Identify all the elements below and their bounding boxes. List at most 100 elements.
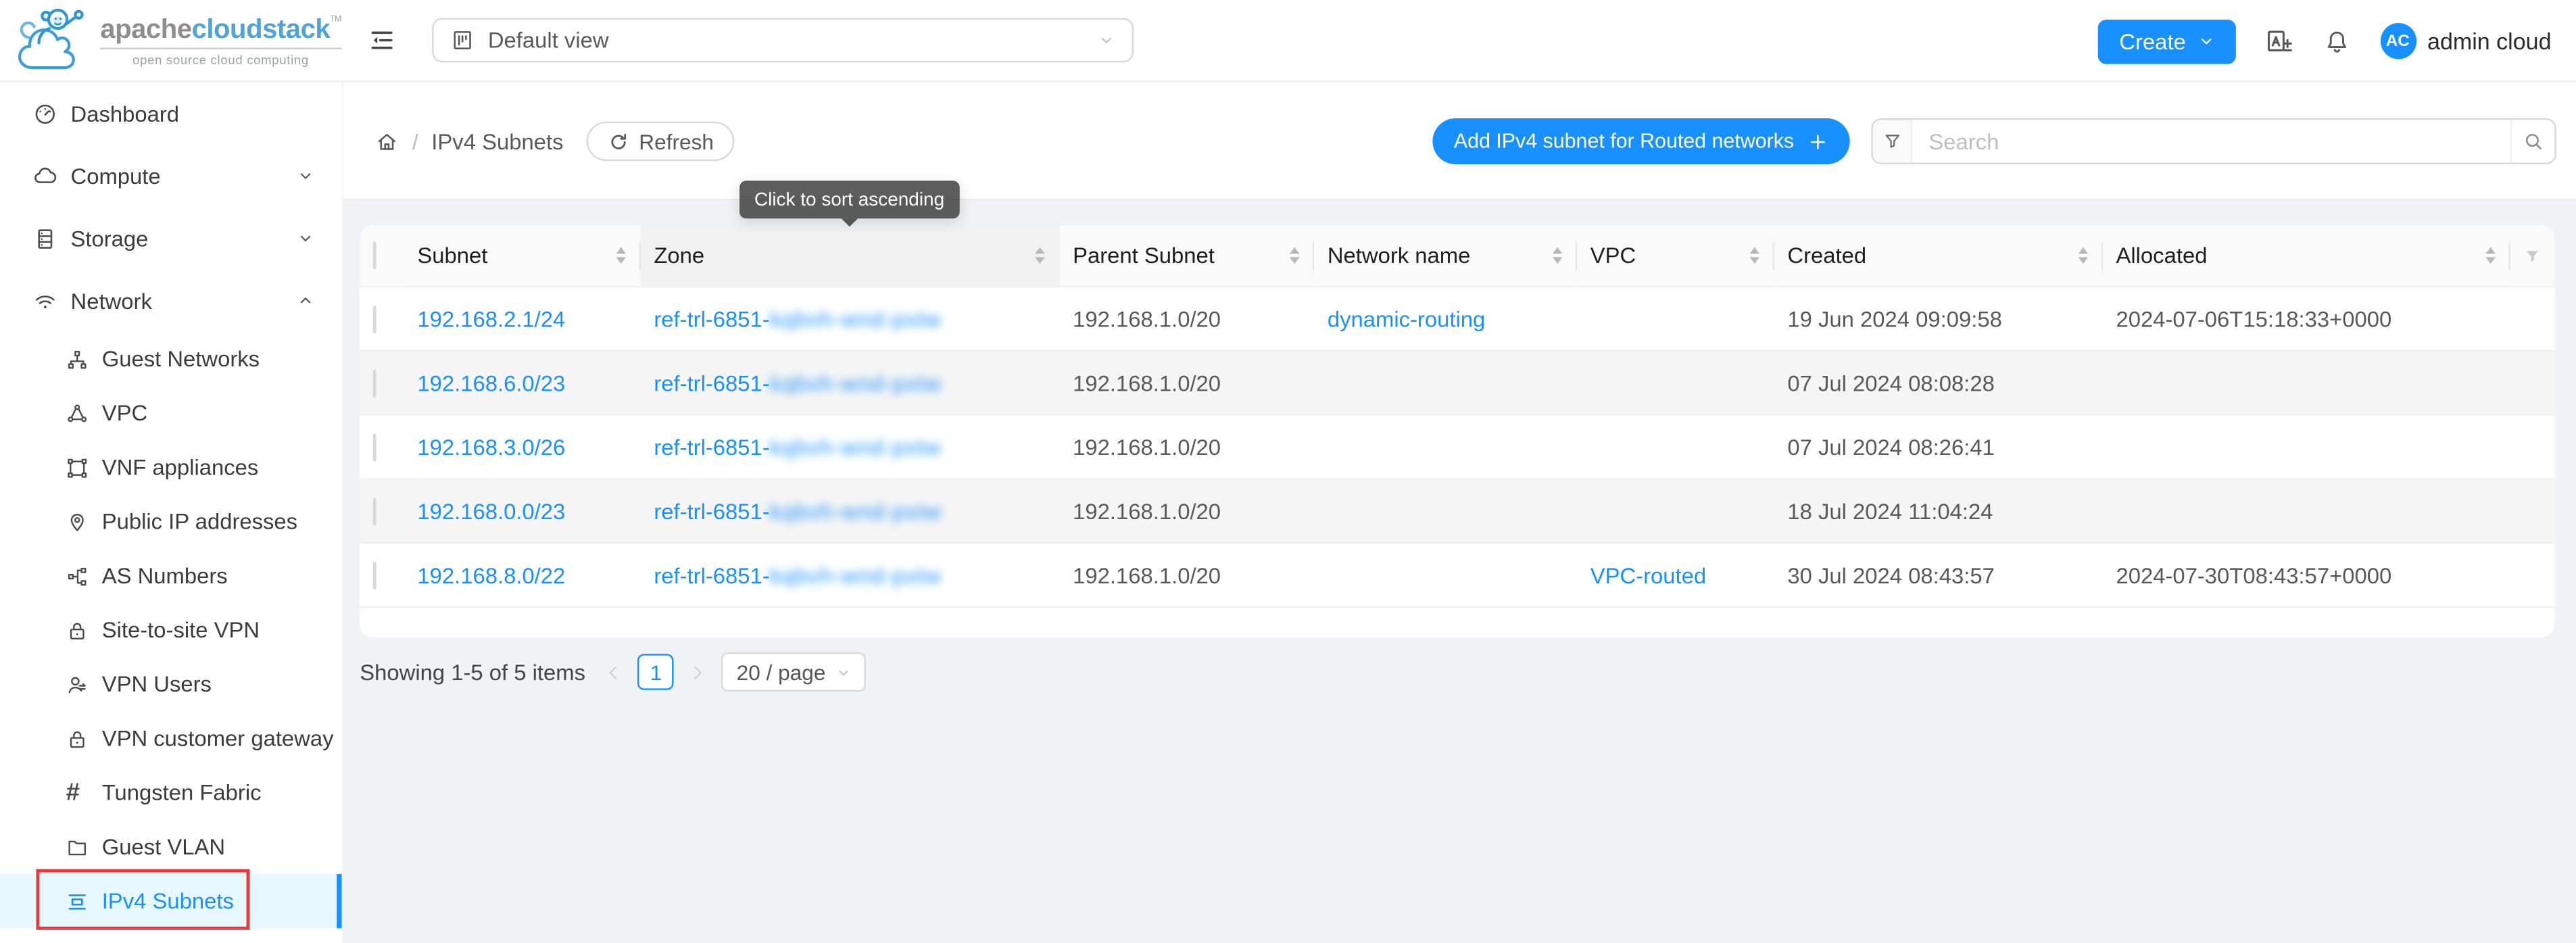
zone-link[interactable]: ref-trl-6851-kqbvh-wnd-pxtw (654, 435, 942, 459)
lock-icon (66, 619, 89, 642)
menu-fold-icon[interactable] (368, 26, 395, 54)
table-row: 192.168.8.0/22 ref-trl-6851-kqbvh-wnd-px… (360, 543, 2554, 608)
sidebar-item-network[interactable]: Network (0, 270, 342, 332)
column-header-parent-subnet[interactable]: Parent Subnet (1060, 225, 1315, 287)
lock-icon (66, 727, 89, 750)
previous-page-icon[interactable] (605, 663, 623, 681)
cloudstack-wordmark: apachecloudstackTM open source cloud com… (100, 14, 341, 67)
apartment-icon (66, 347, 89, 370)
sidebar-item-vnf-appliances[interactable]: VNF appliances (0, 440, 342, 494)
sidebar-item-vpc[interactable]: VPC (0, 386, 342, 440)
row-checkbox[interactable] (373, 305, 376, 333)
redacted-zone-name: kqbvh-wnd-pxtw (770, 306, 942, 331)
subnet-link[interactable]: 192.168.0.0/23 (417, 499, 565, 523)
table-row: 192.168.6.0/23 ref-trl-6851-kqbvh-wnd-px… (360, 352, 2554, 416)
column-header-zone[interactable]: Zone (641, 225, 1060, 287)
search-filter-icon[interactable] (1873, 120, 1912, 162)
select-all-checkbox[interactable] (373, 241, 376, 269)
redacted-zone-name: kqbvh-wnd-pxtw (770, 435, 942, 459)
user-switch-icon (66, 673, 89, 696)
page-toolbar: / IPv4 Subnets Refresh Add IPv4 subnet f… (343, 82, 2576, 201)
view-select[interactable]: Default view (432, 18, 1134, 63)
sidebar-item-storage[interactable]: Storage (0, 207, 342, 269)
sort-icon (1748, 247, 1761, 265)
chevron-down-icon (835, 664, 850, 679)
sidebar-item-site-to-site-vpn[interactable]: Site-to-site VPN (0, 603, 342, 657)
sort-icon (1288, 247, 1301, 265)
next-page-icon[interactable] (689, 663, 707, 681)
sidebar-item-dashboard[interactable]: Dashboard (0, 82, 342, 145)
sort-icon (2484, 247, 2497, 265)
search-icon[interactable] (2510, 120, 2555, 162)
sidebar-item-as-numbers[interactable]: AS Numbers (0, 549, 342, 603)
zone-link[interactable]: ref-trl-6851-kqbvh-wnd-pxtw (654, 562, 942, 587)
table-row: 192.168.0.0/23 ref-trl-6851-kqbvh-wnd-px… (360, 480, 2554, 544)
view-select-value: Default view (488, 28, 609, 52)
redacted-zone-name: kqbvh-wnd-pxtw (770, 370, 942, 395)
notifications-bell-icon[interactable] (2322, 27, 2350, 55)
sidebar-item-guest-networks[interactable]: Guest Networks (0, 332, 342, 386)
network-wifi-icon (33, 289, 57, 313)
cloudstack-app: apachecloudstackTM open source cloud com… (0, 0, 2576, 943)
translate-icon[interactable] (2263, 26, 2293, 56)
project-view-icon (450, 28, 475, 52)
subnet-link[interactable]: 192.168.8.0/22 (417, 562, 565, 587)
storage-database-icon (33, 226, 57, 250)
row-checkbox[interactable] (373, 497, 376, 525)
chevron-down-icon (1098, 31, 1116, 49)
create-button[interactable]: Create (2098, 19, 2235, 64)
sidebar-navigation: Dashboard Compute Storage (0, 82, 343, 943)
sidebar-item-compute[interactable]: Compute (0, 145, 342, 207)
sidebar-item-vpn-customer-gateway[interactable]: VPN customer gateway (0, 711, 342, 765)
redacted-zone-name: kqbvh-wnd-pxtw (770, 562, 942, 587)
sidebar-item-ipv4-subnets[interactable]: IPv4 Subnets (0, 874, 342, 928)
page-size-select[interactable]: 20 / page (722, 652, 865, 692)
column-header-vpc[interactable]: VPC (1577, 225, 1774, 287)
subnet-link[interactable]: 192.168.3.0/26 (417, 435, 565, 459)
brand-tagline: open source cloud computing (100, 52, 341, 67)
user-name: admin cloud (2427, 28, 2552, 54)
refresh-button[interactable]: Refresh (587, 122, 735, 161)
column-header-subnet[interactable]: Subnet (404, 225, 641, 287)
row-checkbox[interactable] (373, 369, 376, 397)
pagination: Showing 1-5 of 5 items 1 20 / page (360, 650, 865, 693)
search-input[interactable] (1912, 120, 2510, 162)
network-link[interactable]: dynamic-routing (1328, 306, 1485, 331)
add-ipv4-subnet-button[interactable]: Add IPv4 subnet for Routed networks (1432, 118, 1849, 164)
vpc-link[interactable]: VPC-routed (1590, 562, 1706, 587)
zone-link[interactable]: ref-trl-6851-kqbvh-wnd-pxtw (654, 306, 942, 331)
subnet-link[interactable]: 192.168.2.1/24 (417, 306, 565, 331)
user-menu[interactable]: AC admin cloud (2380, 23, 2552, 59)
sort-icon (614, 247, 627, 265)
cloudstack-logo[interactable]: apachecloudstackTM open source cloud com… (13, 5, 341, 76)
row-checkbox[interactable] (373, 561, 376, 589)
zone-link[interactable]: ref-trl-6851-kqbvh-wnd-pxtw (654, 499, 942, 523)
compute-cloud-icon (33, 164, 57, 188)
reload-icon (608, 130, 629, 152)
chevron-down-icon (297, 168, 314, 184)
location-pin-icon (66, 510, 89, 533)
column-header-allocated[interactable]: Allocated (2103, 225, 2510, 287)
subnet-link[interactable]: 192.168.6.0/23 (417, 370, 565, 395)
tooltip-arrow (841, 218, 857, 226)
hash-icon: # (66, 782, 89, 804)
select-all-checkbox-cell (360, 225, 404, 287)
column-header-created[interactable]: Created (1774, 225, 2103, 287)
home-icon[interactable] (374, 129, 399, 153)
sort-icon (1551, 247, 1563, 265)
page-number-1[interactable]: 1 (638, 654, 674, 690)
column-header-network-name[interactable]: Network name (1314, 225, 1577, 287)
ipv4-subnets-table: Subnet Zone (360, 225, 2554, 608)
row-checkbox[interactable] (373, 433, 376, 460)
column-filter-icon[interactable] (2523, 245, 2542, 265)
top-header-bar: apachecloudstackTM open source cloud com… (0, 0, 2576, 82)
sidebar-item-vpn-users[interactable]: VPN Users (0, 657, 342, 711)
ipv4-subnets-table-card: Subnet Zone (360, 225, 2554, 637)
sidebar-item-guest-vlan[interactable]: Guest VLAN (0, 820, 342, 874)
table-header-row: Subnet Zone (360, 225, 2554, 287)
toolbar-actions: Add IPv4 subnet for Routed networks (1432, 118, 2556, 164)
chevron-down-icon (297, 230, 314, 246)
zone-link[interactable]: ref-trl-6851-kqbvh-wnd-pxtw (654, 370, 942, 395)
sidebar-item-public-ip[interactable]: Public IP addresses (0, 495, 342, 549)
sidebar-item-tungsten-fabric[interactable]: # Tungsten Fabric (0, 766, 342, 820)
